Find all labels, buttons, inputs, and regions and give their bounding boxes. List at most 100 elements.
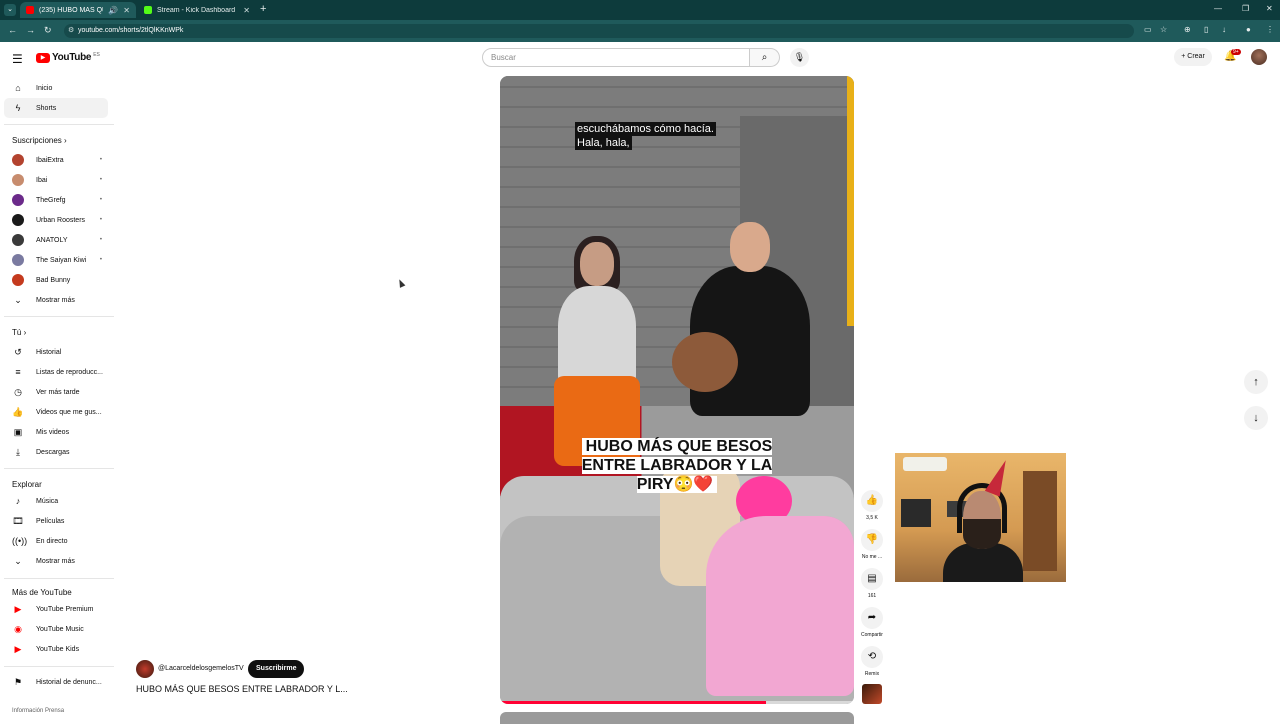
country-code: ES (93, 52, 100, 58)
you-heading[interactable]: Tú › (12, 328, 26, 337)
flag-icon: ⚑ (13, 676, 23, 687)
youtube-music-icon: ◉ (14, 623, 22, 634)
subscription-item[interactable]: Ibai • (4, 170, 108, 190)
caption-line-1: escuchábamos cómo hacía. (575, 122, 716, 136)
subscription-item[interactable]: IbaiExtra • (4, 150, 108, 170)
close-tab-icon[interactable]: ✕ (243, 6, 250, 15)
sidebar-item-movies[interactable]: 🎞 Películas (4, 511, 108, 531)
divider (4, 124, 114, 125)
youtube-premium-icon: ▶ (14, 603, 22, 614)
subscription-item[interactable]: ANATOLY • (4, 230, 108, 250)
close-window-icon[interactable]: ✕ (1266, 4, 1273, 13)
restore-icon[interactable]: ❐ (1242, 4, 1249, 13)
minimize-icon[interactable]: — (1214, 4, 1222, 13)
next-short-button[interactable]: ↓ (1244, 406, 1268, 430)
search-icon[interactable]: ⌕ (750, 48, 780, 67)
sidebar-item-shorts[interactable]: ϟ Shorts (4, 98, 108, 118)
channel-avatar (12, 214, 24, 226)
like-button[interactable]: 👍 3,5 K (858, 490, 886, 521)
sidebar-item-inicio[interactable]: ⌂ Inicio (4, 78, 108, 98)
sidebar-item-label: Listas de reproducc... (36, 368, 103, 376)
back-icon[interactable]: ← (8, 25, 17, 35)
comments-button[interactable]: ▤ 161 (858, 568, 886, 599)
short-video-player[interactable]: escuchábamos cómo hacía. Hala, hala, HUB… (500, 76, 854, 704)
sidebar-item-history[interactable]: ↺ Historial (4, 342, 108, 362)
video-icon: ▣ (13, 426, 23, 437)
subscription-item[interactable]: Bad Bunny (4, 270, 108, 290)
thumbs-down-icon: 👎 (861, 529, 883, 551)
subscription-item[interactable]: The Saiyan Kiwi • (4, 250, 108, 270)
sidebar-item-kids[interactable]: ▶ YouTube Kids (4, 639, 108, 659)
next-short-preview[interactable] (500, 712, 854, 724)
video-title[interactable]: HUBO MÁS QUE BESOS ENTRE LABRADOR Y L... (136, 684, 348, 694)
close-tab-icon[interactable]: ✕ (123, 6, 130, 15)
forward-icon[interactable]: → (26, 25, 35, 35)
video-caption: escuchábamos cómo hacía. Hala, hala, (575, 122, 716, 150)
sidebar-item-downloads[interactable]: ⤓ Descargas (4, 442, 108, 462)
url-field[interactable]: ⚙ youtube.com/shorts/2tlQlKKnWPk (64, 24, 1134, 38)
tab-youtube[interactable]: (235) HUBO MÁS QUE BESOS 🔊 ✕ (20, 2, 136, 18)
subscription-label: Ibai (36, 176, 48, 184)
browser-menu-icon[interactable]: ⋮ (1266, 25, 1274, 34)
live-icon: ((•)) (12, 536, 28, 546)
create-button[interactable]: + Crear (1174, 48, 1212, 66)
tab-search-icon[interactable]: ⌄ (4, 4, 16, 16)
channel-avatar (12, 194, 24, 206)
sidebar-item-playlists[interactable]: ≡ Listas de reproducc... (4, 362, 108, 382)
video-progress-fill (500, 701, 766, 704)
sidebar-item-music[interactable]: ♪ Música (4, 491, 108, 511)
bookmark-star-icon[interactable]: ☆ (1160, 25, 1167, 34)
site-info-icon[interactable]: ⚙ (68, 24, 74, 38)
subscription-item[interactable]: TheGrefg • (4, 190, 108, 210)
subscribe-button[interactable]: Suscribirme (248, 660, 305, 678)
channel-avatar (12, 174, 24, 186)
profile-icon[interactable]: ● (1246, 25, 1251, 34)
reload-icon[interactable]: ↻ (44, 25, 52, 36)
new-tab-icon[interactable]: + (260, 3, 266, 15)
previous-short-button[interactable]: ↑ (1244, 370, 1268, 394)
show-more-explore[interactable]: ⌄ Mostrar más (4, 551, 108, 571)
search-input[interactable]: Buscar (482, 48, 750, 67)
sidebar-item-liked[interactable]: 👍 Videos que me gus... (4, 402, 108, 422)
sidebar: ⌂ Inicio ϟ Shorts Suscripciones › IbaiEx… (0, 76, 118, 720)
share-button[interactable]: ➦ Compartir (858, 607, 886, 638)
clock-icon: ◷ (14, 386, 22, 397)
account-avatar[interactable] (1251, 49, 1267, 65)
sound-thumbnail[interactable] (862, 684, 882, 704)
hamburger-menu-icon[interactable]: ☰ (12, 52, 23, 66)
cast-icon[interactable]: ▭ (1144, 25, 1152, 34)
kick-favicon-icon (144, 6, 152, 14)
create-label: Crear (1187, 53, 1205, 60)
comment-icon: ▤ (861, 568, 883, 590)
video-progress-bar[interactable] (500, 701, 854, 704)
logo-text: YouTube (52, 52, 92, 63)
subscription-item[interactable]: Urban Roosters • (4, 210, 108, 230)
channel-avatar[interactable] (136, 660, 154, 678)
sidebar-item-my-videos[interactable]: ▣ Mis videos (4, 422, 108, 442)
subscriptions-heading[interactable]: Suscripciones › (12, 136, 67, 145)
extension-icon[interactable]: ⊕ (1184, 25, 1191, 34)
speaker-icon[interactable]: 🔊 (108, 6, 118, 15)
dislike-button[interactable]: 👎 No me ... (858, 529, 886, 560)
download-icon[interactable]: ↓ (1222, 25, 1226, 34)
new-content-dot-icon: • (99, 157, 102, 163)
new-content-dot-icon: • (99, 257, 102, 263)
sidebar-item-music-app[interactable]: ◉ YouTube Music (4, 619, 108, 639)
youtube-logo[interactable]: ▶ YouTube ES (36, 52, 100, 63)
microphone-icon[interactable]: 🎙 (790, 48, 809, 67)
sidebar-item-label: Historial de denunc... (36, 678, 102, 686)
sidebar-footer[interactable]: Información Prensa (12, 708, 64, 714)
channel-name[interactable]: @LacarceldelosgemelosTV (158, 665, 244, 672)
sidebar-item-label: YouTube Premium (36, 605, 94, 613)
tab-kick[interactable]: Stream - Kick Dashboard ✕ (138, 2, 256, 18)
remix-button[interactable]: ⟲ Remix (858, 646, 886, 677)
sidebar-item-report-history[interactable]: ⚑ Historial de denunc... (4, 672, 108, 692)
sidepanel-icon[interactable]: ▯ (1204, 25, 1208, 34)
scene-yellow-edge (847, 76, 854, 326)
comment-count: 161 (867, 593, 877, 599)
show-more-subscriptions[interactable]: ⌄ Mostrar más (4, 290, 108, 310)
sidebar-item-live[interactable]: ((•)) En directo (4, 531, 108, 551)
sidebar-item-premium[interactable]: ▶ YouTube Premium (4, 599, 108, 619)
sidebar-item-watch-later[interactable]: ◷ Ver más tarde (4, 382, 108, 402)
show-more-label: Mostrar más (36, 296, 75, 304)
